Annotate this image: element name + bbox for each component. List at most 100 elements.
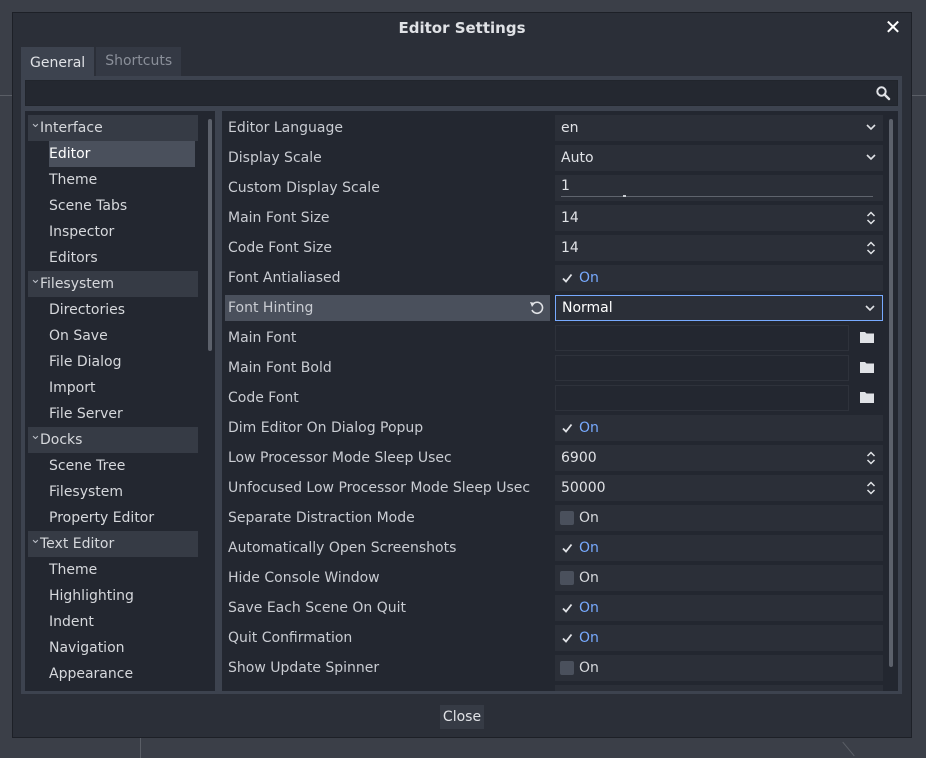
dialog-title: Editor Settings (398, 19, 526, 37)
low-processor-mode-sleep-usec-spinbox[interactable]: 6900 (555, 445, 883, 471)
property-row-show-update-spinner: Show Update Spinner On (222, 655, 883, 681)
spinbox-value: 6900 (561, 450, 597, 466)
property-label: Font Hinting (228, 300, 314, 316)
tree-item[interactable]: Editors (49, 245, 195, 271)
custom-display-scale-slider[interactable]: 1 (555, 175, 883, 201)
code-font-path-picker[interactable] (555, 385, 883, 411)
path-input[interactable] (555, 385, 849, 411)
quit-confirmation-checkbox[interactable]: On (555, 625, 883, 651)
automatically-open-screenshots-checkbox[interactable]: On (555, 535, 883, 561)
tree-section-interface[interactable]: ⌄Interface (28, 115, 198, 141)
tree-section-text-editor[interactable]: ⌄Text Editor (28, 531, 198, 557)
tree-item[interactable]: Filesystem (49, 479, 195, 505)
checkbox-icon[interactable] (560, 631, 574, 645)
checkbox-label: On (579, 660, 599, 676)
separate-distraction-mode-checkbox[interactable]: On (555, 505, 883, 531)
tree-item-label: Highlighting (49, 588, 134, 604)
spinbox-value: 50000 (561, 480, 606, 496)
tab-shortcuts[interactable]: Shortcuts (96, 47, 182, 77)
property-label: Main Font Size (228, 210, 330, 226)
slider-value: 1 (561, 178, 570, 194)
property-row-code-font-size: Code Font Size 14 (222, 235, 883, 261)
unfocused-low-processor-mode-sleep-usec-spinbox[interactable]: 50000 (555, 475, 883, 501)
checkbox-icon[interactable] (560, 601, 574, 615)
tree-item[interactable]: On Save (49, 323, 195, 349)
tree-item[interactable]: File Dialog (49, 349, 195, 375)
checkbox-icon[interactable] (560, 511, 574, 525)
hide-console-window-checkbox[interactable]: On (555, 565, 883, 591)
save-each-scene-on-quit-checkbox[interactable]: On (555, 595, 883, 621)
browse-folder-button[interactable] (853, 355, 883, 381)
tree-item[interactable]: Navigation (49, 635, 195, 661)
updown-arrows-icon[interactable] (866, 210, 876, 226)
tree-item[interactable]: Appearance (49, 661, 195, 687)
revert-icon[interactable] (529, 300, 545, 316)
close-icon[interactable]: ✕ (881, 15, 905, 39)
chevron-down-icon[interactable]: ⌄ (30, 427, 41, 445)
tree-section-docks[interactable]: ⌄Docks (28, 427, 198, 453)
tree-scrollbar[interactable] (208, 119, 212, 351)
tree-item-label: Theme (49, 172, 98, 188)
main-font-path-picker[interactable] (555, 325, 883, 351)
display-scale-dropdown[interactable]: Auto (555, 145, 883, 171)
search-input[interactable] (25, 80, 898, 106)
tree-item[interactable]: Directories (49, 297, 195, 323)
checkbox-icon[interactable] (560, 541, 574, 555)
checkbox-icon[interactable] (560, 571, 574, 585)
checkbox-icon[interactable] (560, 271, 574, 285)
main-font-size-spinbox[interactable]: 14 (555, 205, 883, 231)
property-label: Editor Language (228, 120, 343, 136)
chevron-down-icon[interactable]: ⌄ (30, 531, 41, 549)
inspector-scrollbar[interactable] (889, 119, 893, 667)
partial-checkbox[interactable] (555, 685, 883, 691)
tree-item[interactable]: Scene Tabs (49, 193, 195, 219)
slider-grabber[interactable] (623, 195, 626, 197)
dim-editor-on-dialog-popup-checkbox[interactable]: On (555, 415, 883, 441)
slider-track[interactable] (561, 196, 873, 197)
font-hinting-dropdown[interactable]: Normal (555, 295, 883, 321)
code-font-size-spinbox[interactable]: 14 (555, 235, 883, 261)
checkbox-icon[interactable] (560, 661, 574, 675)
property-label: Font Antialiased (228, 270, 341, 286)
tree-item[interactable]: Highlighting (49, 583, 195, 609)
tree-item-label: Import (49, 380, 96, 396)
close-button[interactable]: Close (439, 704, 485, 730)
tree-item[interactable]: Indent (49, 609, 195, 635)
checkbox-label: On (579, 510, 599, 526)
tree-item[interactable]: File Server (49, 401, 195, 427)
main-font-bold-path-picker[interactable] (555, 355, 883, 381)
tree-item[interactable]: Editor (49, 141, 195, 167)
tree-item-label: On Save (49, 328, 108, 344)
path-input[interactable] (555, 325, 849, 351)
tree-item-label: Scene Tabs (49, 198, 128, 214)
tree-item[interactable]: Theme (49, 167, 195, 193)
tab-general[interactable]: General (21, 47, 95, 77)
updown-arrows-icon[interactable] (866, 450, 876, 466)
property-label: Display Scale (228, 150, 322, 166)
tree-item-label: Property Editor (49, 510, 155, 526)
checkbox-icon[interactable] (560, 421, 574, 435)
updown-arrows-icon[interactable] (866, 240, 876, 256)
dialog-titlebar[interactable]: Editor Settings ✕ (13, 13, 911, 43)
tree-item[interactable]: Theme (49, 557, 195, 583)
chevron-down-icon[interactable]: ⌄ (30, 115, 41, 133)
editor-language-dropdown[interactable]: en (555, 115, 883, 141)
browse-folder-button[interactable] (853, 325, 883, 351)
chevron-down-icon[interactable]: ⌄ (30, 271, 41, 289)
updown-arrows-icon[interactable] (866, 480, 876, 496)
tree-item-label: Appearance (49, 666, 134, 682)
property-label: Dim Editor On Dialog Popup (228, 420, 424, 436)
property-label: Hide Console Window (228, 570, 380, 586)
tree-item[interactable]: Import (49, 375, 195, 401)
viewport-grid-line (842, 741, 855, 757)
tree-item-label: Navigation (49, 640, 125, 656)
browse-folder-button[interactable] (853, 385, 883, 411)
tree-section-filesystem[interactable]: ⌄Filesystem (28, 271, 198, 297)
tree-item[interactable]: Scene Tree (49, 453, 195, 479)
tree-item[interactable]: Inspector (49, 219, 195, 245)
property-row-code-font: Code Font (222, 385, 882, 411)
tree-item[interactable]: Property Editor (49, 505, 195, 531)
show-update-spinner-checkbox[interactable]: On (555, 655, 883, 681)
font-antialiased-checkbox[interactable]: On (555, 265, 883, 291)
path-input[interactable] (555, 355, 849, 381)
